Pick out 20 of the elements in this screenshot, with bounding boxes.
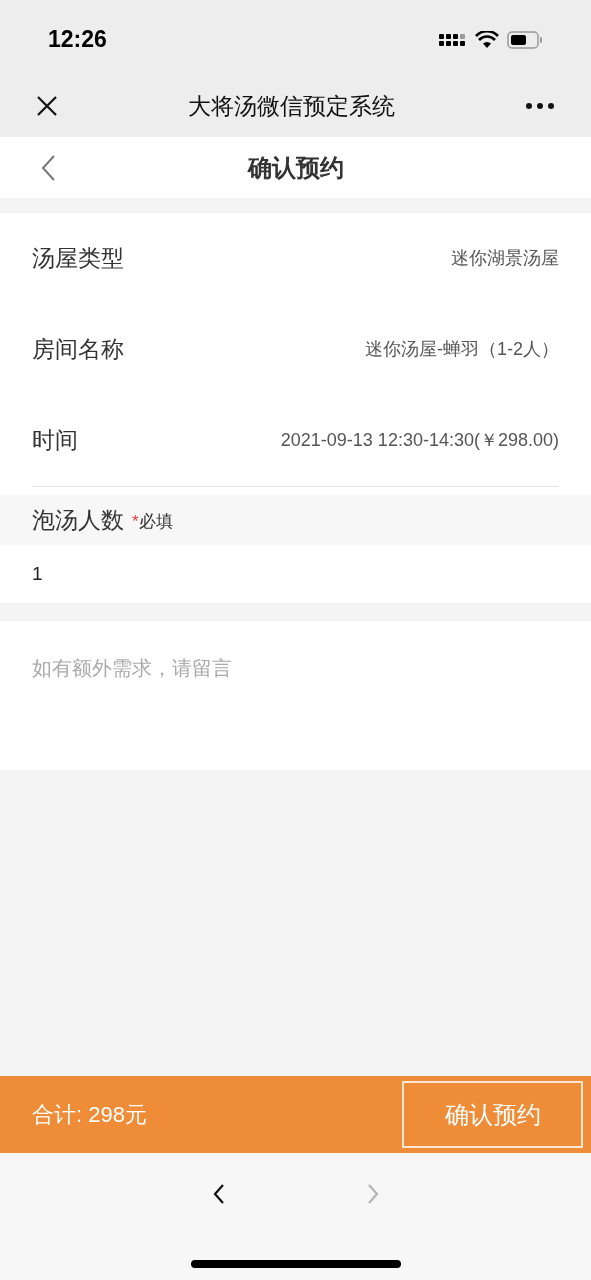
- message-field[interactable]: 如有额外需求，请留言: [0, 621, 591, 770]
- close-icon: [36, 95, 58, 117]
- total-price: 合计: 298元: [32, 1101, 147, 1129]
- status-time: 12:26: [48, 25, 107, 55]
- guest-count-field[interactable]: 1: [0, 545, 591, 603]
- field-value: 2021-09-13 12:30-14:30(￥298.00): [280, 429, 559, 452]
- window-title: 大将汤微信预定系统: [188, 91, 395, 121]
- field-label: 时间: [32, 426, 78, 456]
- field-label: 房间名称: [32, 335, 124, 365]
- signal-icon: [439, 31, 467, 48]
- field-label: 汤屋类型: [32, 244, 124, 274]
- wifi-icon: [475, 30, 499, 49]
- more-icon: [525, 102, 555, 110]
- required-note: *必填: [132, 511, 173, 534]
- page-title: 确认预约: [247, 152, 344, 183]
- back-icon: [40, 153, 56, 182]
- battery-icon: [507, 30, 543, 49]
- field-value: 迷你汤屋-蝉羽（1-2人）: [365, 338, 559, 361]
- field-label: 泡汤人数: [32, 505, 124, 535]
- field-value: 迷你湖景汤屋: [451, 247, 559, 270]
